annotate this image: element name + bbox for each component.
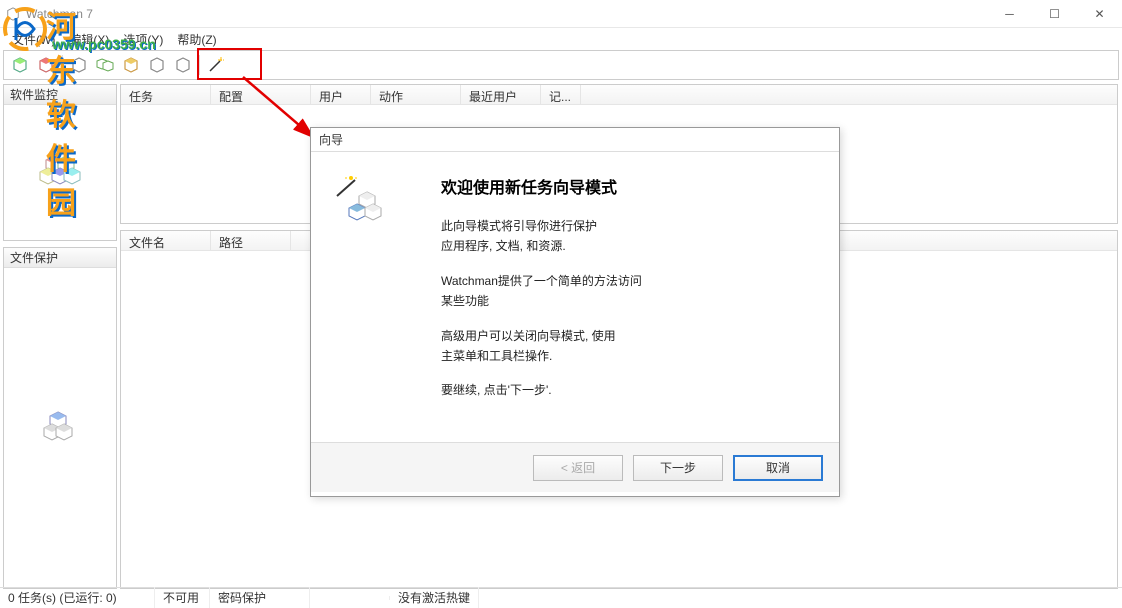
- wizard-button-row: < 返回 下一步 取消: [311, 442, 839, 492]
- menu-options[interactable]: 选项(Y): [117, 29, 169, 50]
- menu-bar: 文件(W) 编辑(X) 选项(Y) 帮助(Z): [0, 28, 1122, 50]
- maximize-button[interactable]: ☐: [1032, 0, 1077, 28]
- wizard-back-button: < 返回: [533, 455, 623, 481]
- wizard-dialog: 向导 欢迎使用新任务向导模式 此向导模式将引导你进行保护 应用程序, 文档, 和…: [310, 127, 840, 497]
- col-task[interactable]: 任务: [121, 85, 211, 104]
- toolbar-btn-6[interactable]: [145, 53, 169, 77]
- status-empty: [310, 596, 390, 600]
- wizard-p4: 要继续, 点击'下一步'.: [441, 380, 819, 400]
- close-button[interactable]: ✕: [1077, 0, 1122, 28]
- toolbar-btn-3[interactable]: [67, 53, 91, 77]
- toolbar-btn-2[interactable]: [34, 53, 58, 77]
- status-bar: 0 任务(s) (已运行: 0) 不可用 密码保护 没有激活热键: [0, 587, 1122, 607]
- wizard-title: 向导: [311, 128, 839, 152]
- status-hotkey: 没有激活热键: [390, 587, 479, 608]
- wizard-p3b: 主菜单和工具栏操作.: [441, 346, 819, 366]
- toolbar-separator-2: [199, 55, 200, 75]
- status-available: 不可用: [155, 587, 210, 608]
- wizard-p1b: 应用程序, 文档, 和资源.: [441, 236, 819, 256]
- sidebar-panel-monitor[interactable]: 软件监控: [3, 84, 117, 241]
- toolbar-btn-5[interactable]: [119, 53, 143, 77]
- minimize-button[interactable]: ─: [987, 0, 1032, 28]
- status-password: 密码保护: [210, 587, 310, 608]
- wizard-cancel-button[interactable]: 取消: [733, 455, 823, 481]
- toolbar-btn-4[interactable]: [93, 53, 117, 77]
- menu-edit[interactable]: 编辑(X): [63, 29, 115, 50]
- menu-help[interactable]: 帮助(Z): [171, 29, 222, 50]
- sidebar-monitor-label: 软件监控: [4, 85, 116, 105]
- wand-icon: [207, 56, 225, 74]
- sidebar: 软件监控 文件保护: [0, 84, 120, 589]
- wizard-p1a: 此向导模式将引导你进行保护: [441, 216, 819, 236]
- col-recent-user[interactable]: 最近用户: [461, 85, 541, 104]
- app-icon: [6, 7, 20, 21]
- col-path[interactable]: 路径: [211, 231, 291, 250]
- status-tasks: 0 任务(s) (已运行: 0): [0, 587, 155, 608]
- toolbar-btn-7[interactable]: [171, 53, 195, 77]
- tasks-header: 任务 配置 用户 动作 最近用户 记...: [121, 85, 1117, 105]
- window-title: Watchman 7: [26, 7, 93, 21]
- title-bar: Watchman 7 ─ ☐ ✕: [0, 0, 1122, 28]
- toolbar: [3, 50, 1119, 80]
- sidebar-protect-label: 文件保护: [4, 248, 116, 268]
- wizard-p3a: 高级用户可以关闭向导模式, 使用: [441, 326, 819, 346]
- sidebar-panel-protect[interactable]: 文件保护: [3, 247, 117, 589]
- col-action[interactable]: 动作: [371, 85, 461, 104]
- col-user[interactable]: 用户: [311, 85, 371, 104]
- wizard-next-button[interactable]: 下一步: [633, 455, 723, 481]
- menu-file[interactable]: 文件(W): [6, 29, 61, 50]
- wizard-wand-cubes-icon: [331, 174, 391, 234]
- wizard-heading: 欢迎使用新任务向导模式: [441, 174, 819, 198]
- toolbar-wizard-button[interactable]: [204, 53, 228, 77]
- col-config[interactable]: 配置: [211, 85, 311, 104]
- toolbar-btn-1[interactable]: [8, 53, 32, 77]
- toolbar-separator-1: [62, 55, 63, 75]
- col-filename[interactable]: 文件名: [121, 231, 211, 250]
- col-record[interactable]: 记...: [541, 85, 581, 104]
- cubes-icon: [36, 148, 84, 196]
- cubes-small-icon: [36, 404, 84, 452]
- wizard-p2b: 某些功能: [441, 291, 819, 311]
- wizard-p2a: Watchman提供了一个简单的方法访问: [441, 271, 819, 291]
